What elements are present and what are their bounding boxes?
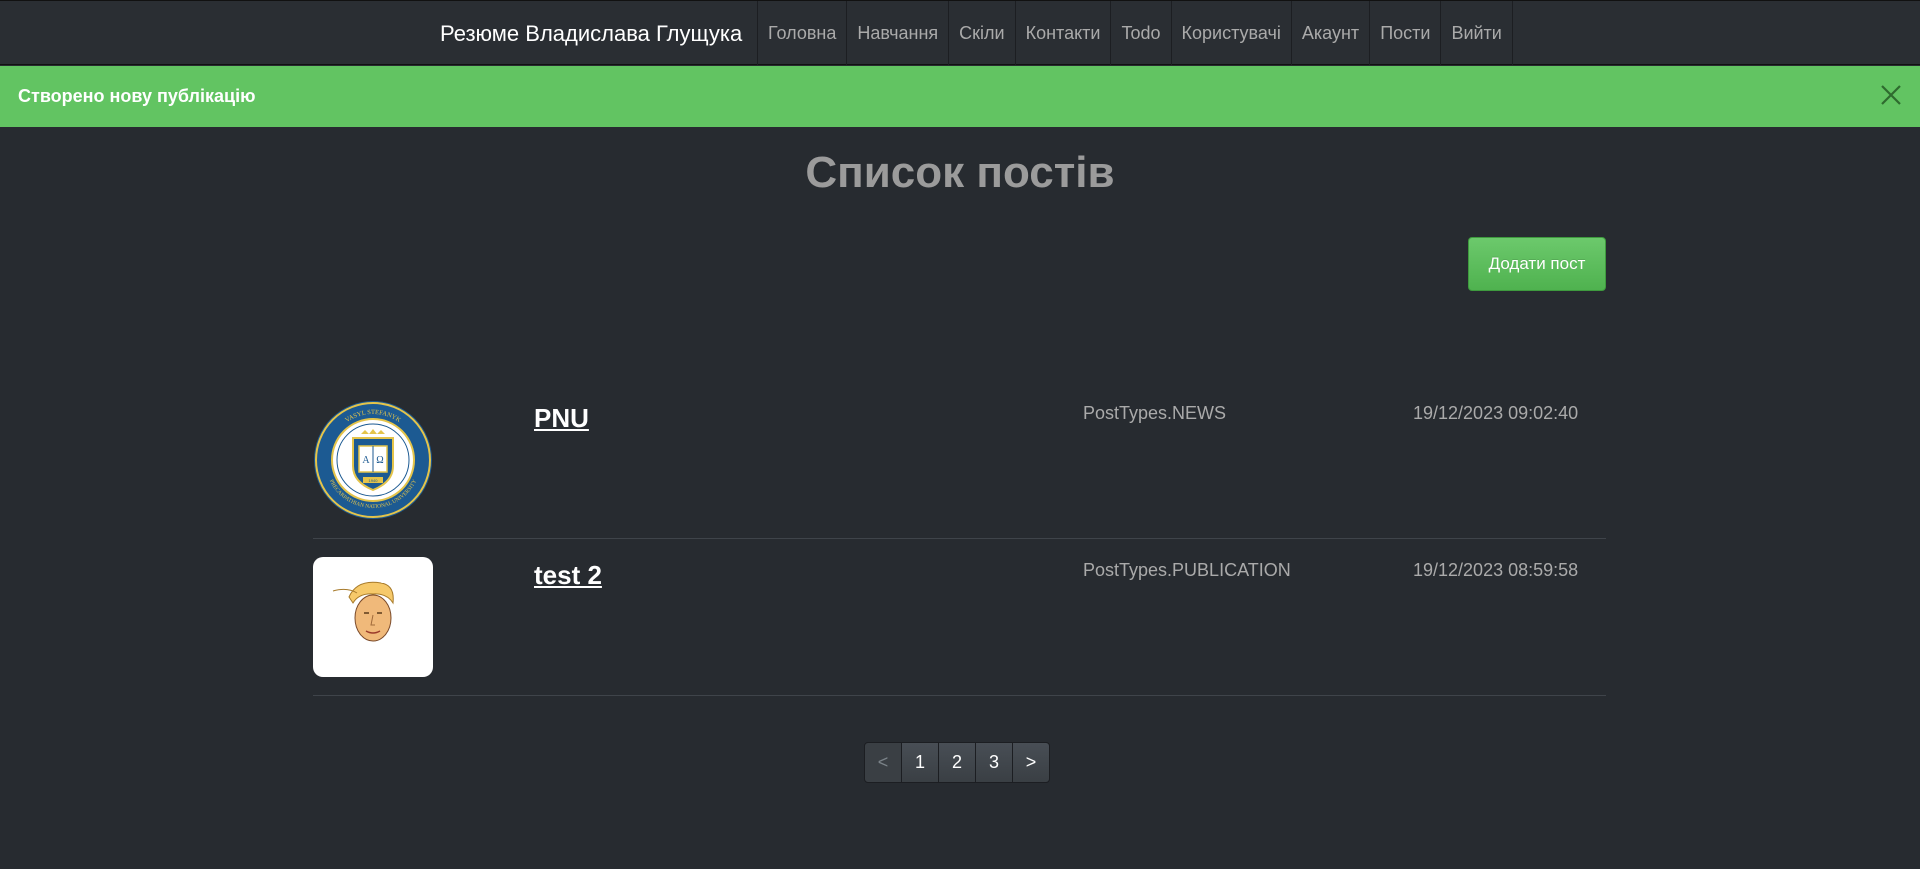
pagination-page-2[interactable]: 2: [938, 742, 976, 783]
post-date: 19/12/2023 09:02:40: [1413, 403, 1579, 423]
nav-item-skills[interactable]: Скіли: [948, 1, 1014, 65]
pagination: < 1 2 3 >: [864, 742, 1050, 783]
nav-item-logout[interactable]: Вийти: [1440, 1, 1513, 65]
page-title: Список постів: [805, 148, 1115, 197]
navbar-brand[interactable]: Резюме Владислава Глущука: [440, 21, 742, 47]
pagination-next-button[interactable]: >: [1012, 742, 1050, 783]
nav-item-home[interactable]: Головна: [757, 1, 846, 65]
nav-item-education[interactable]: Навчання: [846, 1, 948, 65]
post-title-link[interactable]: test 2: [534, 560, 602, 591]
alert-message: Створено нову публікацію: [18, 86, 256, 106]
post-date: 19/12/2023 08:59:58: [1413, 560, 1579, 580]
post-title-link[interactable]: PNU: [534, 403, 589, 434]
alert-close-button[interactable]: [1880, 84, 1902, 106]
nav-item-todo[interactable]: Todo: [1110, 1, 1170, 65]
divider: [313, 695, 1606, 696]
pagination-prev-button[interactable]: <: [864, 742, 902, 783]
university-seal-icon: A Ω 1940 VASYL STEFANYK PRECARPATHIAN NA…: [313, 400, 433, 520]
nav-item-account[interactable]: Акаунт: [1290, 1, 1369, 65]
divider: [313, 538, 1606, 539]
top-navbar: Резюме Владислава Глущука Головна Навчан…: [0, 0, 1920, 65]
success-alert: Створено нову публікацію: [0, 66, 1920, 127]
post-row: test 2 PostTypes.PUBLICATION 19/12/2023 …: [313, 544, 1606, 701]
close-icon: [1881, 85, 1901, 105]
nav-item-contacts[interactable]: Контакти: [1014, 1, 1111, 65]
post-row: A Ω 1940 VASYL STEFANYK PRECARPATHIAN NA…: [313, 387, 1606, 544]
post-type: PostTypes.PUBLICATION: [1083, 560, 1291, 580]
nav-item-users[interactable]: Користувачі: [1170, 1, 1291, 65]
pagination-page-1[interactable]: 1: [901, 742, 939, 783]
nav-item-posts[interactable]: Пости: [1369, 1, 1440, 65]
add-post-button[interactable]: Додати пост: [1468, 237, 1606, 291]
cartoon-face-icon: [313, 557, 433, 677]
pagination-page-3[interactable]: 3: [975, 742, 1013, 783]
svg-text:A: A: [362, 455, 370, 466]
svg-text:1940: 1940: [369, 478, 379, 483]
svg-text:Ω: Ω: [376, 455, 383, 466]
post-type: PostTypes.NEWS: [1083, 403, 1227, 423]
nav-menu: Головна Навчання Скіли Контакти Todo Кор…: [757, 1, 1513, 65]
